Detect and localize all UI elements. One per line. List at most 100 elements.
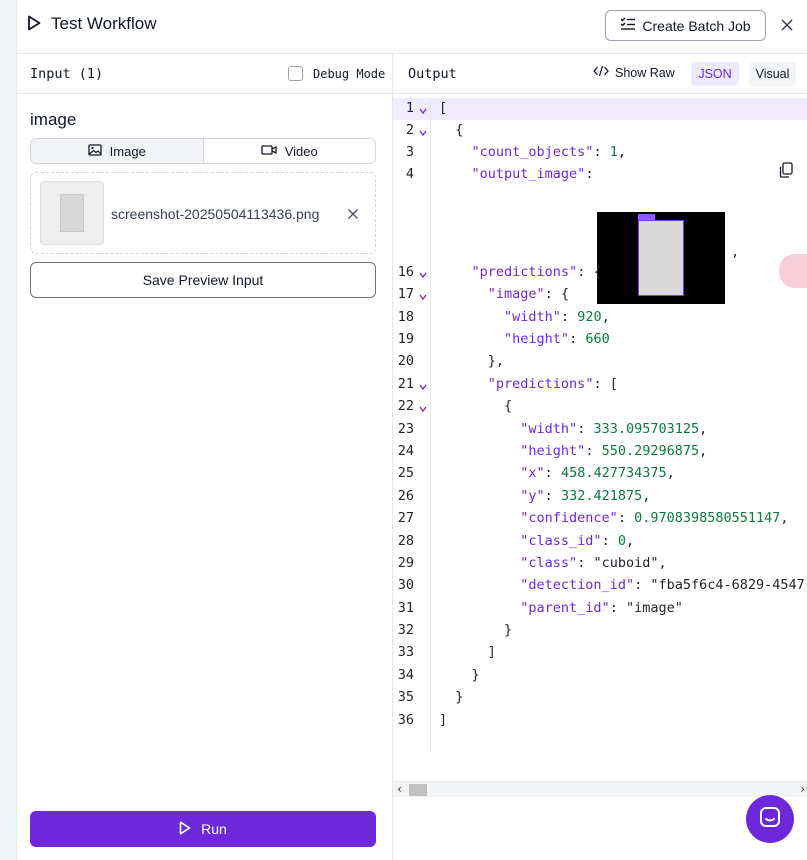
code-line: , [731,244,740,260]
code-line: "class": "cuboid", [520,555,667,571]
close-icon[interactable] [777,13,797,37]
code-line: "count_objects": 1, [471,144,626,160]
fold-chevron-icon[interactable] [418,292,428,302]
line-number: 4 [405,166,414,182]
code-line: "height": 550.29296875, [520,443,708,459]
line-number: 20 [397,353,414,369]
dialog-title: Test Workflow [51,14,157,33]
code-line: "y": 332.421875, [520,488,651,504]
tab-image[interactable]: Image [31,139,204,163]
line-number: 31 [397,600,414,616]
output-panel-header: Output Show Raw JSON Visual [393,54,807,94]
tab-video[interactable]: Video [204,139,376,163]
file-name: screenshot-20250504113436.png [111,206,320,222]
file-thumbnail [40,181,104,245]
fold-chevron-icon[interactable] [418,128,428,138]
output-image-preview[interactable] [597,212,725,304]
title-group: Test Workflow [27,14,157,34]
uploaded-file-card: screenshot-20250504113436.png [30,172,376,254]
line-number: 23 [397,421,414,437]
tab-json[interactable]: JSON [691,62,739,86]
show-raw-label: Show Raw [615,65,675,80]
chat-support-button[interactable] [746,795,794,843]
fold-chevron-icon[interactable] [418,270,428,280]
output-panel-label: Output [408,66,457,82]
code-line: "output_image": [471,166,594,182]
chat-icon [758,805,782,834]
active-line-highlight [393,98,807,120]
code-icon [593,65,609,80]
line-number: 1 [405,100,414,116]
line-number: 3 [405,144,414,160]
create-batch-job-button[interactable]: Create Batch Job [605,10,766,41]
code-line: { [439,122,464,138]
line-number: 34 [397,667,414,683]
code-line: ] [439,712,448,728]
line-number: 30 [397,577,414,593]
horizontal-scrollbar[interactable]: ‹ › [393,781,807,797]
line-number: 19 [397,331,414,347]
line-number: 18 [397,309,414,325]
code-line: } [439,622,513,638]
tab-video-label: Video [284,143,318,159]
code-line: [ [439,100,448,116]
fold-chevron-icon[interactable] [418,106,428,116]
input-panel: Input (1) Debug Mode image Image Video s… [17,54,393,860]
code-line: "parent_id": "image" [520,600,683,616]
video-icon [261,144,277,159]
tab-visual[interactable]: Visual [749,62,796,86]
code-line: "x": 458.427734375, [520,465,675,481]
scroll-right-icon[interactable]: › [799,782,806,796]
line-number: 35 [397,689,414,705]
code-line: "class_id": 0, [520,533,635,549]
scrollbar-thumb[interactable] [409,784,427,796]
code-line: "image": { [487,286,570,302]
fold-chevron-icon[interactable] [418,382,428,392]
save-preview-input-button[interactable]: Save Preview Input [30,262,376,298]
code-line: "width": 920, [504,309,610,325]
translate-extension-icon[interactable] [779,254,807,288]
code-line: ] [439,644,496,660]
image-section-title: image [30,110,77,129]
code-line: "detection_id": "fba5f6c4-6829-4547-9 [520,577,807,593]
line-number: 25 [397,465,414,481]
line-number: 17 [397,286,414,302]
fold-chevron-icon[interactable] [418,404,428,414]
copy-icon[interactable] [779,162,793,178]
run-button-label: Run [201,821,227,837]
debug-mode-toggle[interactable]: Debug Mode [288,66,385,81]
list-checks-icon [620,17,636,34]
line-number: 16 [397,264,414,280]
debug-mode-label: Debug Mode [313,66,386,81]
code-line: "confidence": 0.9708398580551147, [520,510,789,526]
json-editor[interactable]: 1 2 3 4 16 17 18 19 20 21 22 23 24 25 26… [393,98,807,797]
code-line: "predictions": [ [487,376,618,392]
debug-mode-checkbox[interactable] [288,66,303,81]
dialog-header: Test Workflow Create Batch Job [17,0,807,54]
line-number: 27 [397,510,414,526]
scroll-left-icon[interactable]: ‹ [396,782,403,796]
line-number: 26 [397,488,414,504]
remove-file-icon[interactable] [347,207,361,221]
show-raw-button[interactable]: Show Raw [593,65,675,80]
code-line: "predictions": { [471,264,602,280]
input-panel-header: Input (1) Debug Mode [17,54,392,94]
code-line: } [439,667,480,683]
input-panel-label: Input (1) [30,66,104,82]
detection-box [638,220,684,296]
play-icon [179,820,191,838]
line-number: 21 [397,376,414,392]
code-line: { [439,398,513,414]
code-line: "height": 660 [504,331,610,347]
line-number: 33 [397,644,414,660]
line-number: 2 [405,122,414,138]
create-batch-job-label: Create Batch Job [642,17,751,34]
code-line: } [439,689,464,705]
image-icon [88,143,102,159]
tab-image-label: Image [109,143,146,159]
media-type-tabs: Image Video [30,138,376,164]
left-edge-gutter [0,0,17,860]
line-number: 24 [397,443,414,459]
run-button[interactable]: Run [30,811,376,847]
line-number: 32 [397,622,414,638]
